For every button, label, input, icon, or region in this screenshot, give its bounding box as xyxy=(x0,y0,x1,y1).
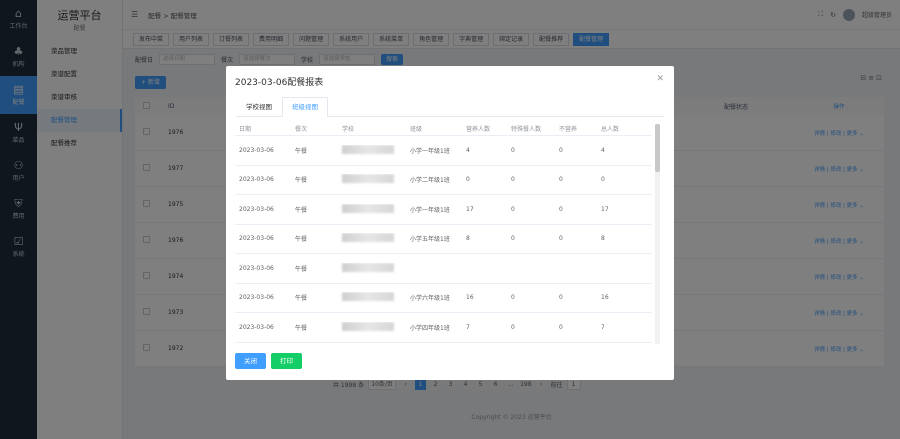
report-cell xyxy=(338,292,406,303)
report-dialog: 2023-03-06配餐报表 ✕ 学校视图 班级视图 日期 餐次 学校 班级 营养人数 特… xyxy=(226,66,674,380)
report-cell: 2023-03-06 xyxy=(239,264,274,272)
report-cell: 小学四年级1班 xyxy=(410,324,450,332)
report-cell: 0 xyxy=(511,294,515,302)
report-cell: 午餐 xyxy=(295,147,308,155)
report-row: 2023-03-06 午餐 小学四年级1班 7 0 0 7 xyxy=(235,313,652,343)
report-row: 2023-03-06 午餐 小学五年级1班 8 0 0 8 xyxy=(235,225,652,254)
report-cell: 0 xyxy=(559,205,563,213)
report-header-cell: 餐次 xyxy=(295,126,308,133)
close-icon[interactable]: ✕ xyxy=(656,74,664,84)
report-cell: 17 xyxy=(601,205,609,213)
report-cell: 午餐 xyxy=(295,236,308,244)
tab-class-view[interactable]: 班级视图 xyxy=(282,97,328,117)
report-cell: 0 xyxy=(511,205,515,213)
report-cell: 小学六年级1班 xyxy=(410,295,450,303)
report-cell: 0 xyxy=(559,323,563,331)
report-cell: 午餐 xyxy=(295,295,308,303)
report-cell: 小学一年级1班 xyxy=(410,206,450,214)
report-cell xyxy=(338,203,406,215)
report-cell: 2023-03-06 xyxy=(239,176,274,184)
report-cell: 16 xyxy=(466,294,474,302)
print-button[interactable]: 打印 xyxy=(271,353,302,369)
report-cell: 午餐 xyxy=(295,206,308,214)
report-cell: 0 xyxy=(559,294,563,302)
report-cell: 7 xyxy=(466,323,470,331)
report-row: 2023-03-06 午餐 xyxy=(235,254,652,284)
dialog-title: 2023-03-06配餐报表 xyxy=(235,78,324,88)
report-cell xyxy=(338,321,406,333)
report-cell: 4 xyxy=(601,146,605,154)
report-row: 2023-03-06 午餐 小学一年级1班 4 0 0 4 xyxy=(235,136,652,166)
redacted-school-name xyxy=(342,174,394,184)
report-cell xyxy=(338,174,406,185)
report-cell: 小学二年级1班 xyxy=(410,177,450,185)
redacted-school-name xyxy=(342,144,394,154)
report-cell: 午餐 xyxy=(295,265,308,273)
report-cell: 0 xyxy=(511,176,515,184)
report-cell: 0 xyxy=(511,146,515,154)
report-cell: 8 xyxy=(601,235,605,243)
report-cell: 17 xyxy=(466,205,474,213)
report-cell: 2023-03-06 xyxy=(239,323,274,331)
dialog-tabs: 学校视图 班级视图 xyxy=(236,97,664,117)
report-cell: 2023-03-06 xyxy=(239,146,274,154)
report-cell: 2023-03-06 xyxy=(239,205,274,213)
report-cell: 2023-03-06 xyxy=(239,294,274,302)
redacted-school-name xyxy=(342,292,394,302)
report-cell: 0 xyxy=(511,323,515,331)
report-cell xyxy=(338,144,406,156)
report-cell xyxy=(338,262,406,274)
report-cell: 小学五年级1班 xyxy=(410,236,450,244)
redacted-school-name xyxy=(342,262,394,272)
redacted-school-name xyxy=(342,233,394,243)
dialog-footer: 关闭 打印 xyxy=(235,353,302,369)
report-cell: 16 xyxy=(601,294,609,302)
report-row: 2023-03-06 午餐 小学六年级1班 16 0 0 16 xyxy=(235,284,652,313)
report-cell: 0 xyxy=(601,176,605,184)
report-cell: 2023-03-06 xyxy=(239,235,274,243)
report-cell xyxy=(338,233,406,244)
report-cell: 0 xyxy=(466,176,470,184)
report-cell: 0 xyxy=(559,176,563,184)
report-header-cell: 特殊餐人数 xyxy=(511,126,542,133)
report-cell: 小学一年级1班 xyxy=(410,147,450,155)
tab-school-view[interactable]: 学校视图 xyxy=(236,97,282,117)
report-table: 日期 餐次 学校 班级 营养人数 特殊餐人数 不营养 总人数 2023-03-06 午餐 小学一年… xyxy=(235,122,652,348)
report-cell: 8 xyxy=(466,235,470,243)
report-cell: 0 xyxy=(559,146,563,154)
report-cell: 0 xyxy=(511,235,515,243)
report-header-cell: 班级 xyxy=(410,126,423,133)
report-cell: 午餐 xyxy=(295,324,308,332)
report-header-cell: 营养人数 xyxy=(466,126,491,133)
report-cell: 0 xyxy=(559,235,563,243)
report-row: 2023-03-06 午餐 小学二年级1班 0 0 0 0 xyxy=(235,166,652,195)
report-header-cell: 总人数 xyxy=(601,126,620,133)
report-cell: 4 xyxy=(466,146,470,154)
report-header-cell: 日期 xyxy=(239,126,252,133)
report-table-header: 日期 餐次 学校 班级 营养人数 特殊餐人数 不营养 总人数 xyxy=(235,122,652,136)
report-header-cell: 不营养 xyxy=(559,126,578,133)
report-header-cell: 学校 xyxy=(342,126,355,133)
report-cell: 午餐 xyxy=(295,177,308,185)
redacted-school-name xyxy=(342,321,394,331)
redacted-school-name xyxy=(342,203,394,213)
report-scrollbar[interactable] xyxy=(655,124,660,344)
close-button[interactable]: 关闭 xyxy=(235,353,266,369)
report-row: 2023-03-06 午餐 小学一年级1班 17 0 0 17 xyxy=(235,195,652,225)
report-cell: 7 xyxy=(601,323,605,331)
